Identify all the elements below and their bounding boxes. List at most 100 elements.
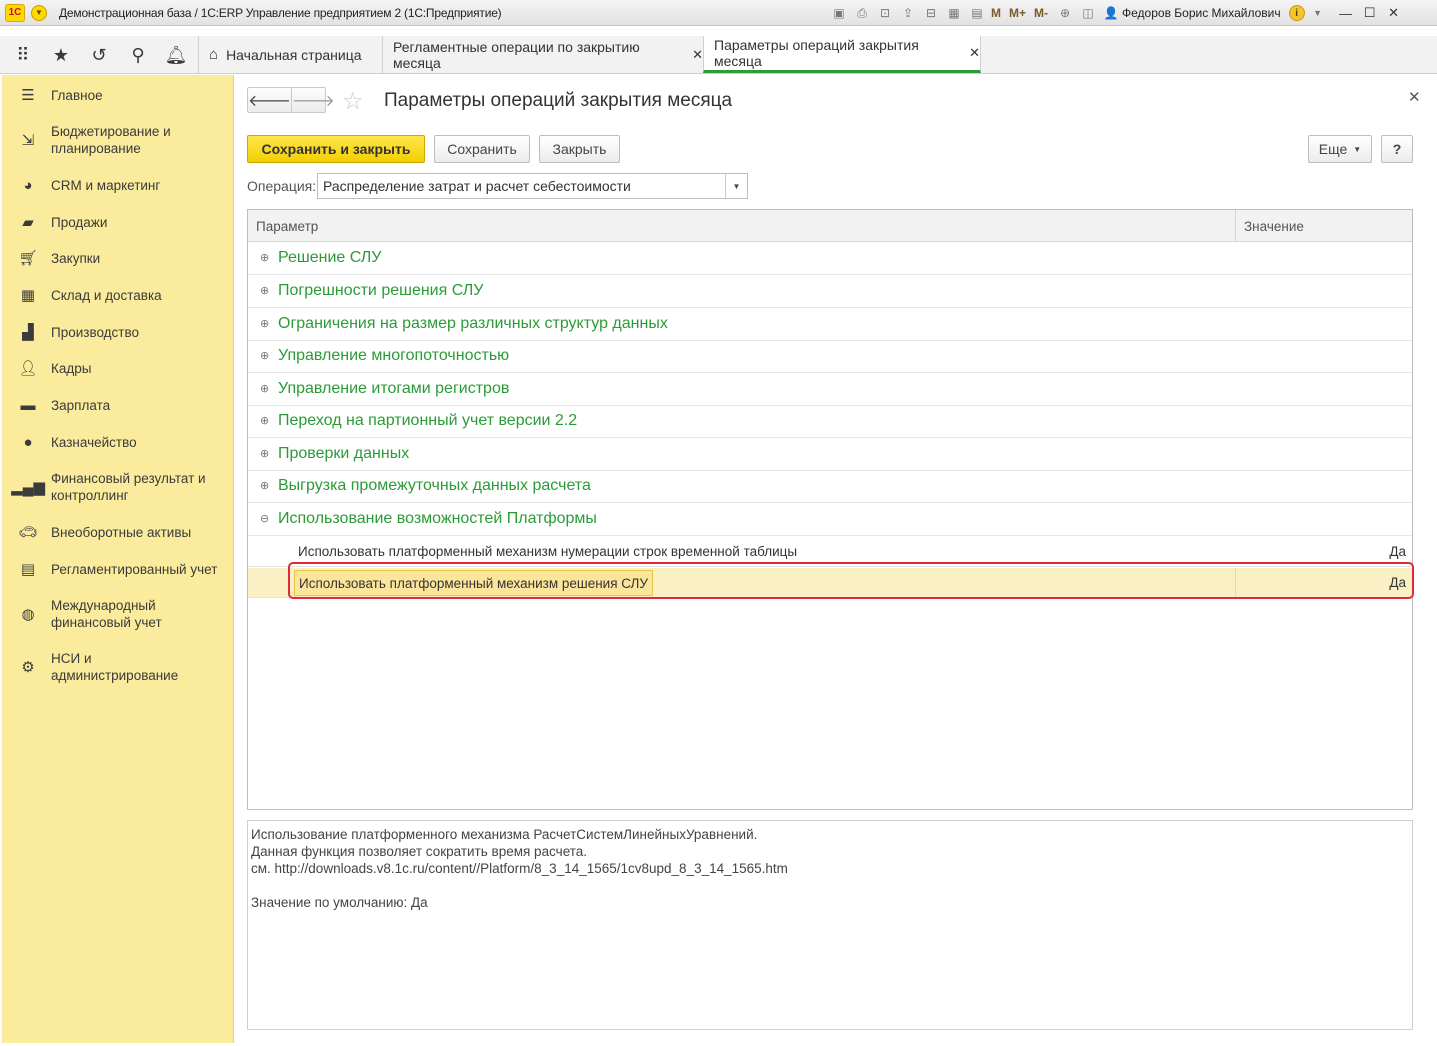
close-icon[interactable]: ✕ — [969, 45, 980, 61]
sidebar-item-sales[interactable]: ▰ Продажи — [2, 212, 234, 232]
expand-icon[interactable]: ⊕ — [260, 479, 269, 492]
window-title: Демонстрационная база / 1С:ERP Управлени… — [59, 5, 502, 20]
info-icon[interactable]: i — [1288, 5, 1305, 21]
column-header-parameter[interactable]: Параметр — [248, 210, 1235, 242]
tab-regulatory-operations[interactable]: Регламентные операции по закрытию месяца… — [382, 36, 703, 73]
close-button[interactable]: Закрыть — [539, 135, 620, 163]
expand-icon[interactable]: ⊕ — [260, 382, 269, 395]
sidebar-item-treasury[interactable]: ● Казначейство — [2, 432, 234, 452]
sidebar-item-budgeting[interactable]: ⇲ Бюджетирование и планирование — [2, 122, 234, 158]
save-button[interactable]: Сохранить — [434, 135, 530, 163]
close-window-button[interactable]: ✕ — [1384, 4, 1404, 22]
expand-icon[interactable]: ⊕ — [260, 414, 269, 427]
table-row[interactable]: ⊕ Управление многопоточностью — [248, 341, 1412, 373]
operation-select[interactable]: Распределение затрат и расчет себестоимо… — [317, 173, 748, 199]
expand-icon[interactable]: ⊕ — [260, 251, 269, 264]
title-toolbar: ▣ ⎙ ⊡ ⇪ ⊟ ▦ ▤ M M+ M- ⊕ ◫ 👤 Федоров Бори… — [830, 3, 1404, 23]
expand-icon[interactable]: ⊕ — [260, 447, 269, 460]
chevron-down-icon[interactable]: ▼ — [1309, 5, 1327, 21]
sidebar-item-purchases[interactable]: 🛒︎ Закупки — [2, 248, 234, 268]
sidebar-item-regulated-accounting[interactable]: ▤ Регламентированный учет — [2, 559, 234, 579]
history-nav: 🡐 🡒 — [247, 87, 335, 113]
chevron-down-icon[interactable]: ▼ — [725, 174, 747, 198]
sidebar-item-main[interactable]: ☰ Главное — [2, 85, 234, 105]
parameter-value[interactable]: Да — [1389, 544, 1406, 559]
more-button[interactable]: Еще ▼ — [1308, 135, 1372, 163]
panels-icon[interactable]: ◫ — [1079, 5, 1097, 21]
upload-icon[interactable]: ⇪ — [899, 5, 917, 21]
expand-icon[interactable]: ⊕ — [260, 284, 269, 297]
highlight-frame — [288, 562, 1414, 599]
table-header: Параметр Значение — [248, 210, 1412, 242]
tab-home[interactable]: ⌂ Начальная страница — [198, 36, 382, 73]
sidebar-item-fixed-assets[interactable]: 🚗︎ Внеоборотные активы — [2, 522, 234, 542]
tab-operation-parameters[interactable]: Параметры операций закрытия месяца ✕ — [703, 36, 981, 73]
calendar-icon[interactable]: ▤ — [968, 5, 986, 21]
expand-icon[interactable]: ⊕ — [260, 349, 269, 362]
tab-label: Начальная страница — [226, 46, 362, 63]
page-title: Параметры операций закрытия месяца — [384, 90, 733, 111]
more-label: Еще — [1318, 141, 1348, 157]
sidebar-item-financial-result[interactable]: ▂▄▆ Финансовый результат и контроллинг — [2, 469, 234, 505]
zoom-icon[interactable]: ⊕ — [1056, 5, 1074, 21]
favorites-star-icon[interactable]: ★ — [49, 44, 73, 66]
column-header-value[interactable]: Значение — [1235, 210, 1412, 242]
sidebar-item-crm[interactable]: ◕ CRM и маркетинг — [2, 175, 234, 195]
collapse-icon[interactable]: ⊖ — [260, 512, 269, 525]
table-row[interactable]: ⊕ Ограничения на размер различных структ… — [248, 309, 1412, 341]
menu-lines-icon: ☰ — [21, 87, 35, 104]
save-and-close-button[interactable]: Сохранить и закрыть — [247, 135, 425, 163]
forward-arrow-icon[interactable]: 🡒 — [292, 88, 335, 112]
table-row[interactable]: ⊕ Проверки данных — [248, 439, 1412, 471]
table-row[interactable]: ⊕ Выгрузка промежуточных данных расчета — [248, 471, 1412, 503]
car-icon: 🚗︎ — [18, 524, 38, 541]
sidebar-item-hr[interactable]: 👤︎ Кадры — [2, 358, 234, 378]
maximize-button[interactable]: ☐ — [1360, 4, 1380, 22]
expand-icon[interactable]: ⊕ — [260, 317, 269, 330]
table-row[interactable]: ⊕ Переход на партионный учет версии 2.2 — [248, 406, 1412, 438]
table-row[interactable]: ⊖ Использование возможностей Платформы — [248, 504, 1412, 536]
group-label: Ограничения на размер различных структур… — [278, 315, 668, 332]
gear-icon: ⚙ — [21, 659, 35, 676]
main-menu-button[interactable]: ▼ — [31, 4, 47, 21]
group-label: Использование возможностей Платформы — [278, 510, 597, 527]
scan-icon[interactable]: ⊟ — [922, 5, 940, 21]
favorite-star-icon[interactable]: ☆ — [342, 87, 364, 116]
table-row[interactable]: ⊕ Управление итогами регистров — [248, 374, 1412, 406]
history-icon[interactable]: ↺ — [87, 44, 111, 66]
group-label: Решение СЛУ — [278, 249, 382, 266]
close-icon[interactable]: ✕ — [1408, 88, 1421, 106]
help-button[interactable]: ? — [1381, 135, 1413, 163]
bell-icon[interactable]: 🔔︎ — [164, 44, 188, 66]
back-arrow-icon[interactable]: 🡐 — [248, 88, 292, 112]
preview-icon[interactable]: ⊡ — [876, 5, 894, 21]
search-icon[interactable]: ⚲ — [126, 44, 150, 66]
apps-grid-icon[interactable]: ⠿ — [11, 44, 35, 66]
table-row[interactable]: ⊕ Решение СЛУ — [248, 243, 1412, 275]
memory-minus-button[interactable]: M- — [1034, 5, 1048, 21]
table-row[interactable]: ⊕ Погрешности решения СЛУ — [248, 276, 1412, 308]
coin-icon: ● — [23, 433, 33, 451]
sidebar-item-salary[interactable]: ▬ Зарплата — [2, 395, 234, 415]
sidebar-item-production[interactable]: ▟ Производство — [2, 322, 234, 342]
user-name[interactable]: Федоров Борис Михайлович — [1122, 6, 1281, 20]
sidebar-item-warehouse[interactable]: ▦ Склад и доставка — [2, 285, 234, 305]
close-icon[interactable]: ✕ — [692, 47, 703, 63]
sidebar-item-international-accounting[interactable]: ◍ Международный финансовый учет — [2, 596, 234, 632]
user-icon: 👤 — [1103, 6, 1119, 20]
title-bar: 1С ▼ Демонстрационная база / 1С:ERP Упра… — [0, 0, 1437, 26]
bar-chart-icon: ▂▄▆ — [11, 479, 45, 496]
sections-sidebar: ☰ Главное ⇲ Бюджетирование и планировани… — [2, 75, 234, 1043]
calculator-icon[interactable]: ▦ — [945, 5, 963, 21]
save-icon[interactable]: ▣ — [830, 5, 848, 21]
tab-label: Параметры операций закрытия месяца — [714, 37, 919, 69]
description-line: Данная функция позволяет сократить время… — [251, 844, 588, 859]
sidebar-item-administration[interactable]: ⚙ НСИ и администрирование — [2, 649, 234, 685]
description-line: Значение по умолчанию: Да — [251, 895, 428, 910]
minimize-button[interactable]: — — [1336, 4, 1356, 22]
memory-m-button[interactable]: M — [991, 5, 1001, 21]
print-icon[interactable]: ⎙ — [853, 5, 871, 21]
budget-icon: ⇲ — [21, 132, 35, 149]
description-line: Использование платформенного механизма Р… — [251, 827, 758, 842]
memory-plus-button[interactable]: M+ — [1009, 5, 1026, 21]
